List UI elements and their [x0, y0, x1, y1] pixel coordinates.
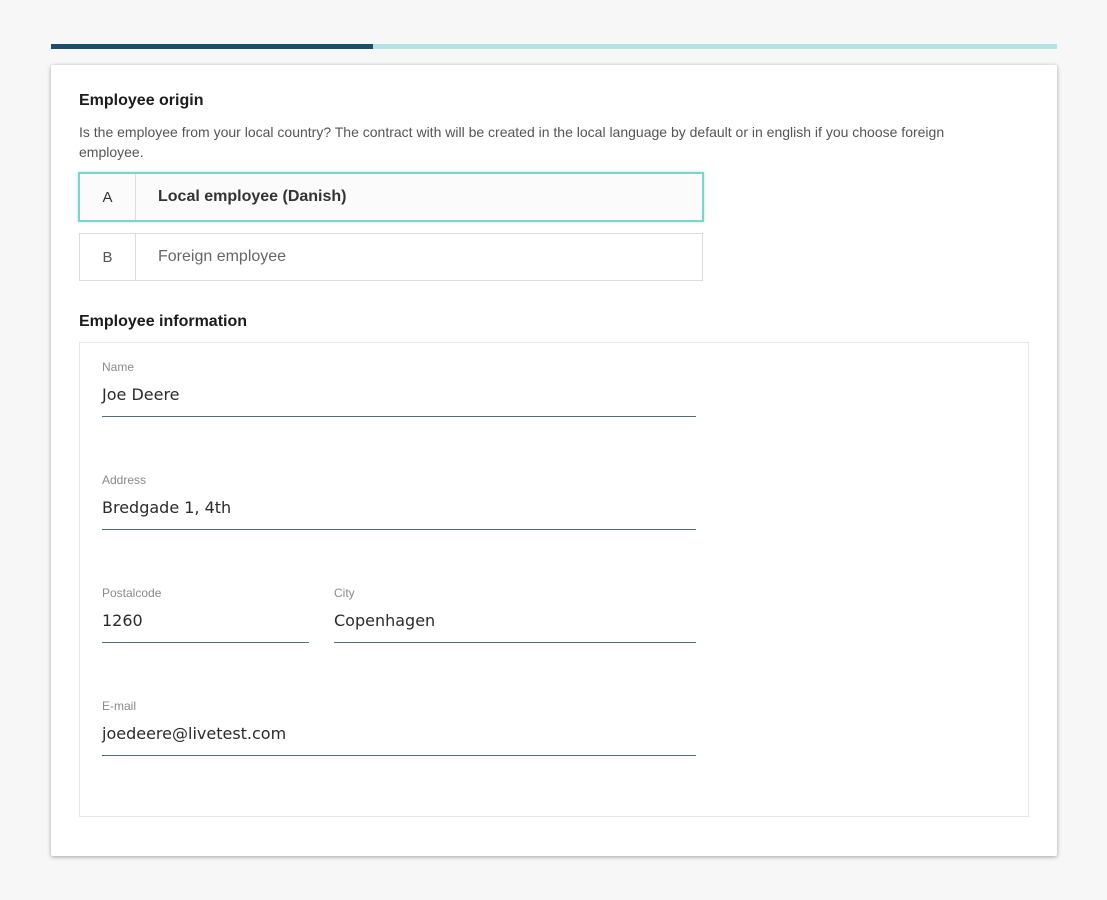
employee-information-panel: Name Joe Deere Address Bredgade 1, 4th P…: [79, 342, 1029, 817]
option-label-local-employee: Local employee (Danish): [158, 188, 347, 205]
postalcode-input[interactable]: 1260: [102, 609, 309, 633]
postalcode-underline: [102, 642, 309, 643]
progress-bar: [51, 44, 1057, 49]
option-local-employee[interactable]: A Local employee (Danish): [78, 172, 704, 222]
name-field[interactable]: Name Joe Deere: [102, 360, 696, 417]
employee-origin-description: Is the employee from your local country?…: [79, 124, 945, 160]
address-underline: [102, 529, 696, 530]
employee-origin-title: Employee origin: [79, 92, 204, 109]
name-label: Name: [102, 360, 135, 374]
city-underline: [334, 642, 696, 643]
postalcode-field[interactable]: Postalcode 1260: [102, 586, 309, 643]
postalcode-label: Postalcode: [102, 586, 162, 600]
progress-bar-fill: [51, 44, 373, 49]
city-field[interactable]: City Copenhagen: [334, 586, 696, 643]
city-label: City: [334, 586, 355, 600]
address-label: Address: [102, 473, 147, 487]
name-underline: [102, 416, 696, 417]
name-input[interactable]: Joe Deere: [102, 383, 696, 407]
option-label-foreign-employee: Foreign employee: [158, 248, 287, 265]
email-underline: [102, 755, 696, 756]
city-input[interactable]: Copenhagen: [334, 609, 696, 633]
option-foreign-employee[interactable]: B Foreign employee: [79, 233, 703, 281]
email-field[interactable]: E-mail joedeere@livetest.com: [102, 699, 696, 756]
option-key-b: B: [80, 234, 136, 280]
option-key-a: A: [80, 174, 136, 220]
form-card: Employee origin Is the employee from you…: [51, 65, 1057, 856]
address-input[interactable]: Bredgade 1, 4th: [102, 496, 696, 520]
employee-information-title: Employee information: [79, 313, 248, 330]
address-field[interactable]: Address Bredgade 1, 4th: [102, 473, 696, 530]
email-input[interactable]: joedeere@livetest.com: [102, 722, 696, 746]
email-label: E-mail: [102, 699, 137, 713]
